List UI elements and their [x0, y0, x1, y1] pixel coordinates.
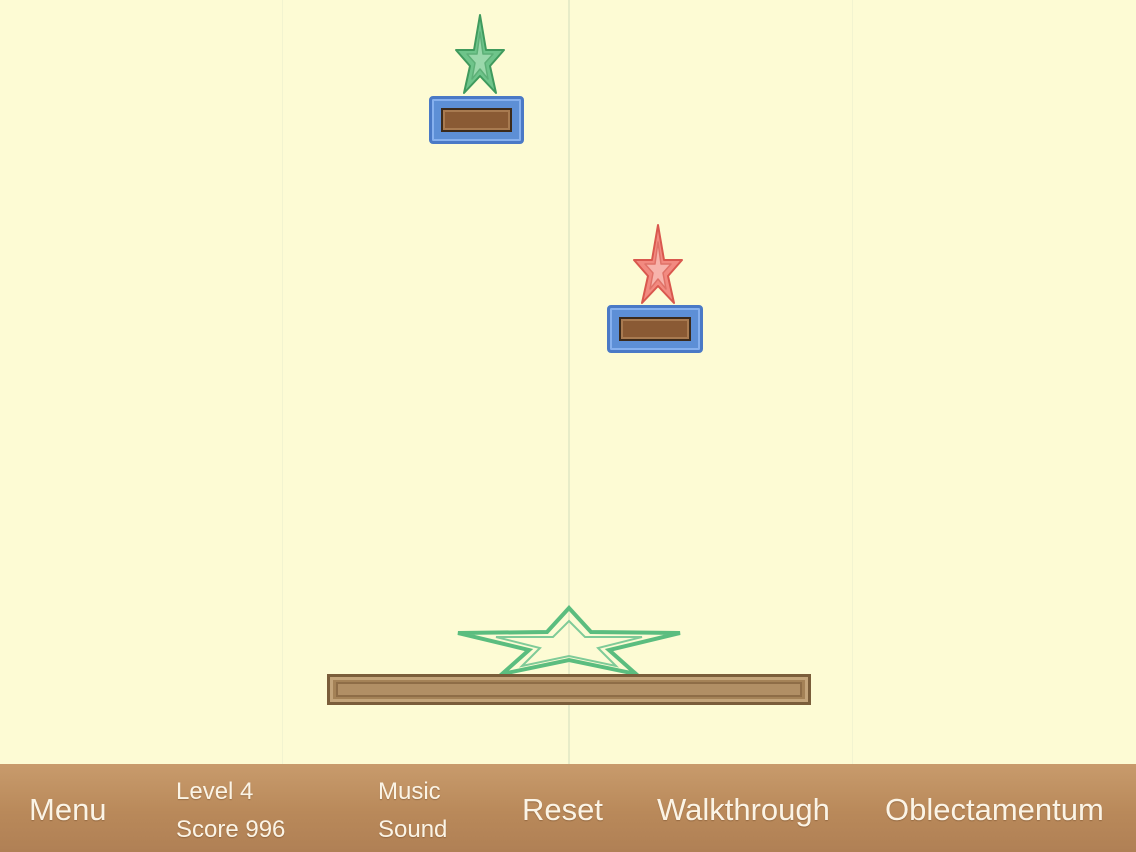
red-star-piece[interactable] — [630, 222, 686, 306]
base-platform-core — [336, 682, 802, 697]
score-label: Score 996 — [176, 816, 286, 843]
green-star-piece[interactable] — [452, 12, 508, 96]
block-left-core — [441, 108, 512, 132]
base-platform — [327, 674, 811, 705]
goal-star-outline — [457, 605, 681, 678]
block-left[interactable] — [429, 96, 524, 144]
guide-line-right — [852, 0, 853, 764]
brand-link[interactable]: Oblectamentum — [885, 792, 1104, 828]
goal-star-outer — [457, 605, 681, 678]
block-right-core — [619, 317, 691, 341]
sound-toggle[interactable]: Sound — [378, 816, 447, 844]
bottom-toolbar: Menu Level 4 Score 996 Music Sound Reset… — [0, 764, 1136, 852]
walkthrough-button[interactable]: Walkthrough — [657, 792, 830, 828]
game-stage[interactable] — [0, 0, 1136, 764]
menu-button[interactable]: Menu — [29, 792, 107, 828]
block-right[interactable] — [607, 305, 703, 353]
music-toggle[interactable]: Music — [378, 778, 441, 806]
reset-button[interactable]: Reset — [522, 792, 603, 828]
guide-line-left — [282, 0, 283, 764]
level-label: Level 4 — [176, 778, 254, 805]
